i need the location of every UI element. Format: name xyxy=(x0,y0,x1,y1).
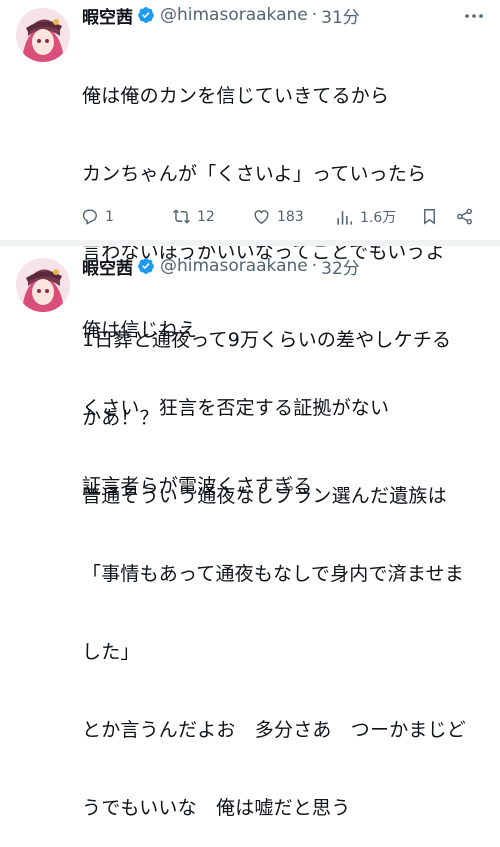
tweet-text-line: カンちゃんが「くさいよ」っていったら xyxy=(82,163,427,185)
verified-icon xyxy=(138,258,154,274)
bookmark-button[interactable] xyxy=(420,207,439,226)
action-bar: 1 12 183 1.6万 xyxy=(80,207,480,231)
avatar-image xyxy=(16,258,70,312)
tweet-text-line: うでもいいな 俺は嘘だと思う xyxy=(82,797,351,819)
bookmark-icon xyxy=(424,209,435,225)
tweet-text-line: 普通そういう通夜なしプラン選んだ遺族は xyxy=(82,485,447,507)
tweet-text-line: 俺は俺のカンを信じていきてるから xyxy=(82,85,390,107)
reply-count: 1 xyxy=(105,208,114,225)
retweet-count: 12 xyxy=(197,208,215,225)
tweet-text-line: 「事情もあって通夜もなしで身内で済ませま xyxy=(82,563,464,585)
more-icon[interactable] xyxy=(462,4,486,28)
like-icon xyxy=(254,210,269,225)
avatar[interactable] xyxy=(16,258,70,312)
like-count: 183 xyxy=(277,208,304,225)
tweet-text-line: かあ！？ xyxy=(82,407,159,429)
retweet-icon xyxy=(173,209,190,224)
share-button[interactable] xyxy=(455,207,474,226)
retweet-button[interactable]: 12 xyxy=(172,207,215,226)
like-button[interactable]: 183 xyxy=(252,207,304,226)
handle[interactable]: @himasoraakane xyxy=(160,5,308,25)
display-name[interactable]: 暇空茜 xyxy=(82,3,133,28)
avatar[interactable] xyxy=(16,8,70,62)
views-count: 1.6万 xyxy=(360,210,397,226)
views-icon xyxy=(337,210,353,225)
handle[interactable]: @himasoraakane xyxy=(160,256,308,276)
tweet-text-line: 1日葬と通夜って9万くらいの差やしケチる xyxy=(82,329,452,351)
tweet-header: 暇空茜 @himasoraakane · 31分 xyxy=(82,3,360,28)
tweet-1[interactable]: 暇空茜 @himasoraakane · 31分 俺は俺のカンを信じていきてるか… xyxy=(0,0,500,497)
reply-icon xyxy=(82,209,97,225)
views-button[interactable]: 1.6万 xyxy=(335,207,396,227)
share-icon xyxy=(456,208,473,225)
reply-button[interactable]: 1 xyxy=(80,207,114,226)
separator-dot: · xyxy=(311,5,318,25)
tweet-divider xyxy=(0,240,500,246)
tweet-text-line: した」 xyxy=(82,641,140,663)
timestamp[interactable]: 31分 xyxy=(321,3,360,28)
tweet-text-line: とか言うんだよお 多分さあ つーかまじど xyxy=(82,719,467,741)
separator-dot: · xyxy=(311,256,318,276)
verified-icon xyxy=(138,7,154,23)
tweet-text: 1日葬と通夜って9万くらいの差やしケチる かあ！？ 普通そういう通夜なしプラン選… xyxy=(82,275,487,847)
avatar-image xyxy=(16,8,70,62)
